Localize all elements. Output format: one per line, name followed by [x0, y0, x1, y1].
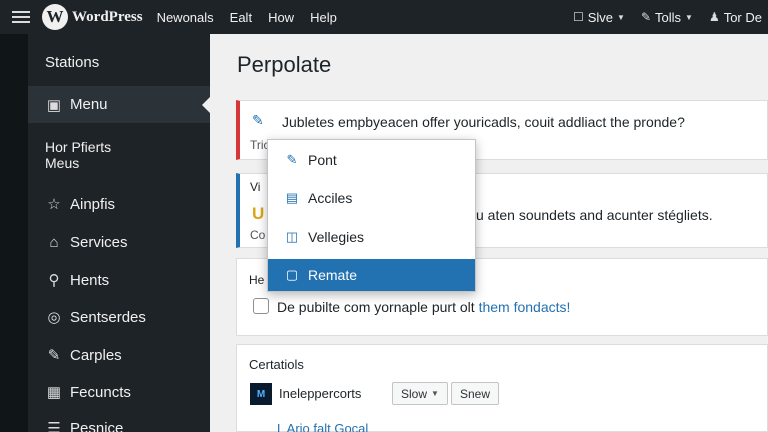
- sidebar-item-sentserdes[interactable]: ◎ Sentserdes: [28, 305, 210, 329]
- sidebar-item-label: Services: [70, 233, 128, 251]
- snew-button[interactable]: Snew: [451, 382, 500, 405]
- chevron-down-icon: ▼: [685, 12, 693, 22]
- chevron-down-icon: ▼: [617, 12, 625, 22]
- tools-menu[interactable]: ✎ Tolls ▼: [641, 10, 693, 25]
- panel-link[interactable]: L Ario falt Gocal: [277, 421, 368, 432]
- dropdown-item-label: Acciles: [308, 190, 353, 206]
- user-menu[interactable]: ♟ Tor De: [709, 10, 762, 25]
- panel-label: He: [249, 273, 265, 287]
- user-icon: ♟: [708, 10, 720, 24]
- sidebar-heading-stations[interactable]: Stations: [45, 55, 99, 71]
- tools-menu-label: Tolls: [655, 9, 682, 25]
- edit-icon: ✎: [252, 112, 264, 128]
- dropdown-item-vellegies[interactable]: ◫ Vellegies: [268, 221, 475, 253]
- sidebar-item-label: Menu: [70, 96, 108, 113]
- top-menu: Newonals Ealt How Help: [157, 10, 337, 25]
- site-name: WordPress: [72, 8, 143, 25]
- notice-icon: U: [252, 204, 265, 223]
- features-icon: ▦: [46, 384, 62, 401]
- sidebar-item-label: Ainpfis: [70, 195, 116, 213]
- certifications-panel: Certatiols M Ineleppercorts Slow ▼ Snew L…: [236, 344, 768, 432]
- top-menu-item[interactable]: How: [268, 10, 294, 25]
- sidebar-item-services[interactable]: ⌂ Services: [28, 230, 210, 254]
- wordpress-logo-icon: W: [42, 4, 68, 30]
- remote-icon: ▢: [285, 267, 299, 282]
- sidebar-heading-menus[interactable]: Hor Pfierts Meus: [45, 139, 111, 171]
- notice-label: Vi: [250, 180, 261, 194]
- option-text: De pubilte com yornaple purt olt them fo…: [277, 299, 570, 315]
- hints-icon: ⚲: [48, 272, 60, 289]
- sidebar-item-pesnice[interactable]: ☰ Pesnice: [28, 416, 210, 432]
- admin-bar: W WordPress Newonals Ealt How Help ☐ Slv…: [0, 0, 768, 34]
- brush-icon: ✎: [47, 347, 61, 364]
- save-menu[interactable]: ☐ Slve ▼: [573, 10, 625, 25]
- book-icon: ◫: [285, 229, 299, 244]
- top-menu-item[interactable]: Ealt: [230, 10, 252, 25]
- panel-label: Certatiols: [249, 357, 304, 372]
- presets-icon: ☰: [47, 420, 61, 432]
- articles-icon: ▤: [285, 190, 299, 205]
- save-menu-label: Slve: [587, 9, 614, 25]
- page-title: Perpolate: [237, 52, 332, 77]
- sidebar-item-carples[interactable]: ✎ Carples: [28, 343, 210, 367]
- chevron-down-icon: ▼: [431, 389, 439, 398]
- settings-icon: ◎: [47, 309, 61, 326]
- user-menu-label: Tor De: [723, 9, 762, 25]
- top-right-menu: ☐ Slve ▼ ✎ Tolls ▼ ♟ Tor De: [573, 0, 762, 34]
- star-icon: ☆: [47, 196, 61, 213]
- dropdown-item-pont[interactable]: ✎ Pont: [268, 144, 475, 176]
- sidebar-item-menu[interactable]: ▣ Menu: [28, 86, 210, 123]
- top-menu-item[interactable]: Help: [310, 10, 337, 25]
- sidebar-item-label: Carples: [70, 346, 122, 364]
- active-indicator: [202, 96, 211, 114]
- option-checkbox[interactable]: [253, 298, 269, 314]
- notice-subtext: Co: [250, 228, 266, 242]
- lock-icon: ☐: [572, 10, 584, 24]
- notice-text: Jubletes empbyeacen offer youricadls, co…: [282, 114, 685, 130]
- slow-button[interactable]: Slow ▼: [392, 382, 448, 405]
- briefcase-icon: ▣: [46, 96, 62, 114]
- sidebar-item-label: Hents: [70, 271, 110, 289]
- dropdown-item-remate[interactable]: ▢ Remate: [268, 259, 475, 291]
- sidebar-edge: [0, 34, 28, 432]
- sidebar-item-label: Sentserdes: [70, 308, 146, 326]
- dropdown-item-label: Pont: [308, 152, 337, 168]
- sidebar-item-fecuncts[interactable]: ▦ Fecuncts: [28, 380, 210, 404]
- notice-text: u aten soundets and acunter stégliets.: [476, 207, 713, 223]
- sidebar-item-ainpfis[interactable]: ☆ Ainpfis: [28, 192, 210, 216]
- option-link[interactable]: them fondacts!: [479, 299, 571, 315]
- dropdown-menu: ✎ Pont ▤ Acciles ◫ Vellegies ▢ Remate: [267, 139, 476, 292]
- top-menu-item[interactable]: Newonals: [157, 10, 214, 25]
- dropdown-item-acciles[interactable]: ▤ Acciles: [268, 182, 475, 214]
- tools-icon: ✎: [640, 10, 651, 24]
- sidebar-item-label: Pesnice: [70, 419, 124, 432]
- services-icon: ⌂: [49, 233, 59, 251]
- pencil-icon: ✎: [286, 152, 298, 167]
- product-name: Ineleppercorts: [279, 386, 362, 401]
- dropdown-item-label: Vellegies: [308, 229, 365, 245]
- hamburger-menu-icon[interactable]: [12, 11, 30, 23]
- product-icon: M: [250, 383, 272, 405]
- option-text-main: De pubilte com yornaple purt olt: [277, 299, 479, 315]
- wordpress-logo[interactable]: W WordPress: [42, 4, 143, 30]
- sidebar-item-hents[interactable]: ⚲ Hents: [28, 268, 210, 292]
- slow-button-label: Slow: [401, 386, 428, 401]
- dropdown-item-label: Remate: [308, 267, 358, 283]
- sidebar-item-label: Fecuncts: [70, 383, 131, 401]
